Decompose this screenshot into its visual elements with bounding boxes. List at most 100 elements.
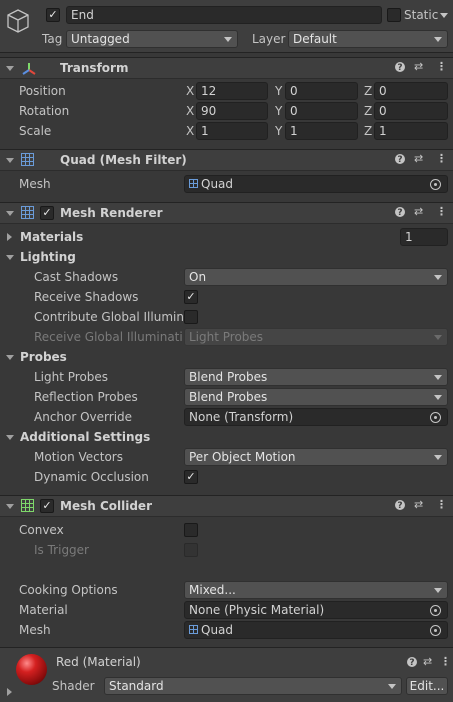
mesh-collider-header[interactable]: ✓ Mesh Collider ? ⇄ ⋮	[0, 495, 453, 517]
rotation-z-label[interactable]: Z	[364, 104, 372, 118]
scale-x-label[interactable]: X	[186, 124, 194, 138]
reflection-probes-dropdown[interactable]: Blend Probes	[184, 388, 448, 406]
scale-y-field[interactable]: 1	[285, 122, 358, 140]
more-options-icon[interactable]: ⋮	[436, 61, 447, 73]
mesh-renderer-grid-icon	[21, 206, 34, 219]
additional-settings-foldout-icon[interactable]	[6, 435, 14, 440]
object-picker-icon[interactable]	[430, 625, 441, 636]
position-x-label[interactable]: X	[186, 84, 194, 98]
presets-icon[interactable]: ⇄	[414, 499, 423, 511]
lighting-label[interactable]: Lighting	[20, 250, 76, 264]
shader-dropdown[interactable]: Standard	[104, 677, 402, 695]
materials-count-field[interactable]: 1	[400, 228, 448, 246]
rotation-x-field[interactable]: 90	[196, 102, 268, 120]
presets-icon[interactable]: ⇄	[414, 61, 423, 73]
static-checkbox[interactable]	[387, 8, 401, 22]
position-y-field[interactable]: 0	[285, 82, 358, 100]
mesh-renderer-header[interactable]: ✓ Mesh Renderer ? ⇄ ⋮	[0, 202, 453, 224]
probes-foldout-icon[interactable]	[6, 355, 14, 360]
collider-mesh-field[interactable]: Quad	[184, 621, 448, 639]
collider-mesh-value: Quad	[201, 623, 234, 637]
mesh-filter-grid-icon	[21, 153, 34, 166]
scale-x-field[interactable]: 1	[196, 122, 268, 140]
motion-vectors-label: Motion Vectors	[34, 450, 123, 464]
mesh-collider-title: Mesh Collider	[60, 499, 152, 513]
light-probes-dropdown[interactable]: Blend Probes	[184, 368, 448, 386]
dynamic-occlusion-checkbox[interactable]: ✓	[184, 470, 198, 484]
motion-vectors-dropdown[interactable]: Per Object Motion	[184, 448, 448, 466]
receive-gi-dropdown: Light Probes	[184, 328, 448, 346]
rotation-y-field[interactable]: 0	[285, 102, 358, 120]
chevron-down-icon	[434, 335, 442, 340]
foldout-arrow-icon[interactable]	[6, 158, 14, 163]
position-z-field[interactable]: 0	[374, 82, 448, 100]
rotation-x-label[interactable]: X	[186, 104, 194, 118]
active-checkbox[interactable]: ✓	[46, 8, 60, 22]
contribute-gi-checkbox[interactable]	[184, 310, 198, 324]
position-y-label[interactable]: Y	[275, 84, 282, 98]
foldout-arrow-icon[interactable]	[6, 211, 14, 216]
chevron-down-icon	[434, 375, 442, 380]
receive-gi-label: Receive Global Illumination	[34, 330, 182, 344]
object-picker-icon[interactable]	[430, 179, 441, 190]
lighting-foldout-icon[interactable]	[6, 255, 14, 260]
position-label: Position	[19, 84, 66, 98]
transform-header[interactable]: Transform ? ⇄ ⋮	[0, 57, 453, 79]
foldout-arrow-icon[interactable]	[6, 66, 14, 71]
reflection-probes-label: Reflection Probes	[34, 390, 138, 404]
more-options-icon[interactable]: ⋮	[436, 499, 447, 511]
scale-z-field[interactable]: 1	[374, 122, 448, 140]
materials-foldout-icon[interactable]	[7, 233, 12, 241]
object-picker-icon[interactable]	[430, 605, 441, 616]
presets-icon[interactable]: ⇄	[414, 153, 423, 165]
anchor-override-value: None (Transform)	[189, 410, 294, 424]
materials-label[interactable]: Materials	[20, 230, 83, 244]
shader-edit-button[interactable]: Edit...	[406, 677, 448, 695]
static-label[interactable]: Static	[404, 8, 438, 22]
probes-label[interactable]: Probes	[20, 350, 67, 364]
receive-shadows-checkbox[interactable]: ✓	[184, 290, 198, 304]
help-icon[interactable]: ?	[395, 62, 405, 73]
presets-icon[interactable]: ⇄	[423, 656, 432, 668]
help-icon[interactable]: ?	[395, 207, 405, 218]
convex-checkbox[interactable]	[184, 523, 198, 537]
mesh-object-field[interactable]: Quad	[184, 175, 448, 193]
position-z-label[interactable]: Z	[364, 84, 372, 98]
anchor-override-field[interactable]: None (Transform)	[184, 408, 448, 426]
cooking-options-label: Cooking Options	[19, 583, 118, 597]
mesh-renderer-enabled-checkbox[interactable]: ✓	[40, 206, 54, 220]
receive-shadows-label: Receive Shadows	[34, 290, 139, 304]
transform-title: Transform	[60, 61, 129, 75]
scale-z-label[interactable]: Z	[364, 124, 372, 138]
cast-shadows-dropdown[interactable]: On	[184, 268, 448, 286]
help-icon[interactable]: ?	[395, 500, 405, 511]
more-options-icon[interactable]: ⋮	[436, 153, 447, 165]
scale-y-label[interactable]: Y	[275, 124, 282, 138]
gameobject-name-field[interactable]: End	[66, 6, 382, 24]
more-options-icon[interactable]: ⋮	[440, 656, 451, 668]
additional-settings-label[interactable]: Additional Settings	[20, 430, 150, 444]
help-icon[interactable]: ?	[395, 154, 405, 165]
object-picker-icon[interactable]	[430, 412, 441, 423]
chevron-down-icon	[434, 395, 442, 400]
rotation-z-field[interactable]: 0	[374, 102, 448, 120]
presets-icon[interactable]: ⇄	[414, 206, 423, 218]
material-section: Red (Material) ? ⇄ ⋮ Shader Standard Edi…	[0, 647, 453, 702]
rotation-label: Rotation	[19, 104, 70, 118]
foldout-arrow-icon[interactable]	[6, 504, 14, 509]
cooking-options-dropdown[interactable]: Mixed...	[184, 581, 448, 599]
material-sphere-icon[interactable]	[16, 654, 47, 685]
physic-material-label: Material	[19, 603, 68, 617]
layer-dropdown[interactable]: Default	[288, 30, 448, 48]
help-icon[interactable]: ?	[407, 657, 417, 668]
more-options-icon[interactable]: ⋮	[436, 206, 447, 218]
position-x-field[interactable]: 12	[196, 82, 268, 100]
mesh-collider-enabled-checkbox[interactable]: ✓	[40, 499, 54, 513]
physic-material-field[interactable]: None (Physic Material)	[184, 601, 448, 619]
tag-dropdown[interactable]: Untagged	[66, 30, 238, 48]
rotation-y-label[interactable]: Y	[275, 104, 282, 118]
tag-label: Tag	[42, 32, 63, 46]
material-foldout-icon[interactable]	[7, 688, 12, 696]
static-dropdown-icon[interactable]	[440, 13, 448, 18]
mesh-filter-header[interactable]: Quad (Mesh Filter) ? ⇄ ⋮	[0, 149, 453, 171]
